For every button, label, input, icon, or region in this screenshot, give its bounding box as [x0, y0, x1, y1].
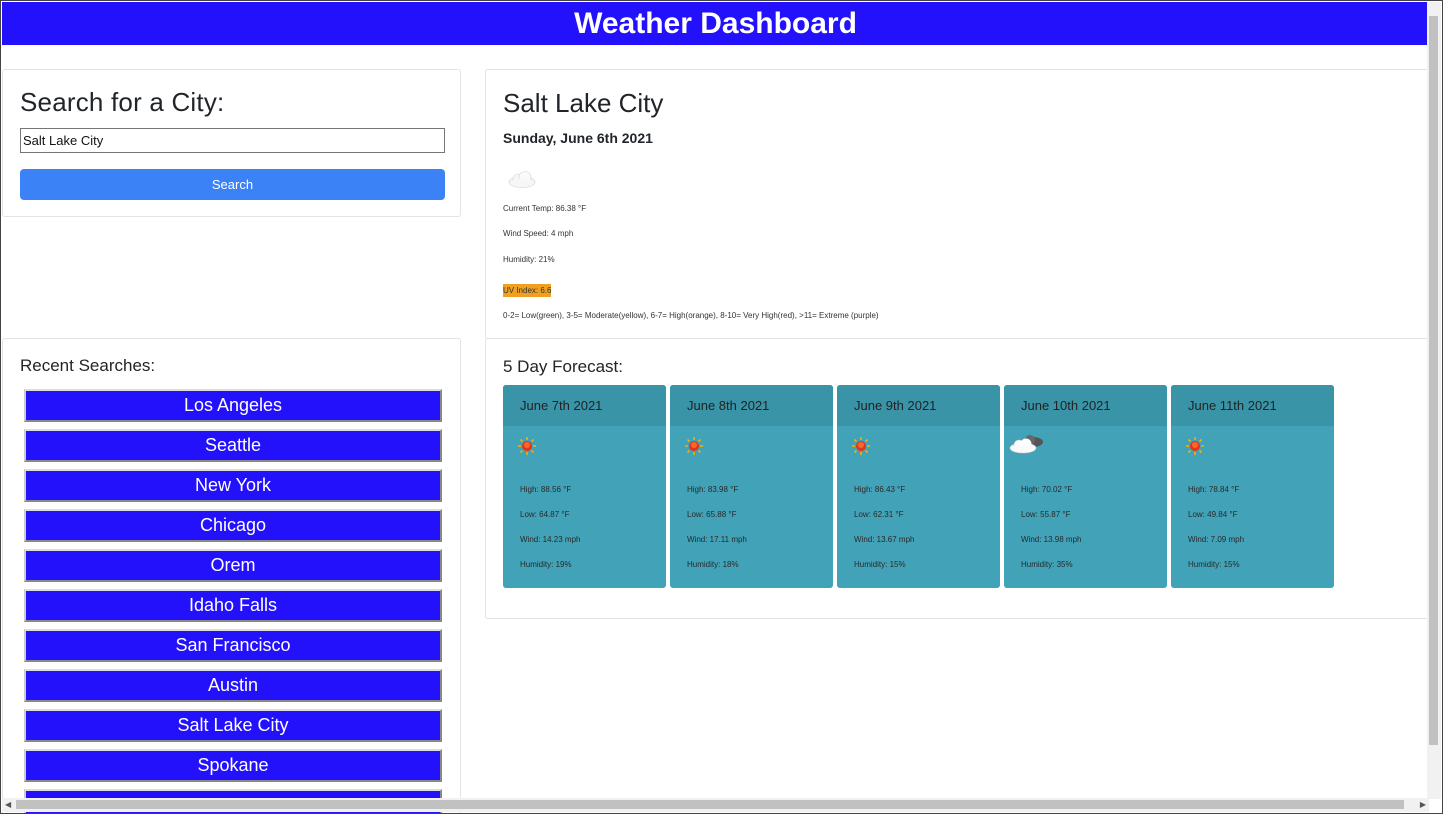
vertical-scrollbar[interactable] [1427, 2, 1441, 799]
forecast-date: June 8th 2021 [670, 385, 833, 426]
forecast-high: High: 70.02 °F [1021, 485, 1073, 494]
current-wind: Wind Speed: 4 mph [503, 229, 574, 238]
recent-search-button[interactable]: Chicago [24, 509, 442, 542]
search-button[interactable]: Search [20, 169, 445, 200]
recent-search-button[interactable]: San Francisco [24, 629, 442, 662]
partly-cloudy-icon [1009, 435, 1043, 454]
recent-search-button[interactable]: New York [24, 469, 442, 502]
forecast-wind: Wind: 13.67 mph [854, 535, 915, 544]
current-weather-panel: Salt Lake City Sunday, June 6th 2021 Cur… [485, 69, 1429, 339]
cloud-icon [508, 171, 536, 188]
recent-search-button[interactable]: Austin [24, 669, 442, 702]
forecast-day-card: June 10th 2021 High: 70.02 °F Low: 55.87… [1004, 385, 1167, 588]
forecast-title: 5 Day Forecast: [503, 357, 623, 376]
forecast-wind: Wind: 14.23 mph [520, 535, 581, 544]
horizontal-scroll-thumb[interactable] [16, 800, 1404, 809]
forecast-high: High: 88.56 °F [520, 485, 572, 494]
horizontal-scrollbar[interactable]: ◀ ▶ [2, 798, 1429, 812]
forecast-high: High: 86.43 °F [854, 485, 906, 494]
current-city-name: Salt Lake City [503, 88, 664, 118]
forecast-humidity: Humidity: 15% [854, 560, 906, 569]
forecast-day-card: June 9th 2021 High: 86.43 °F Low: 62.31 … [837, 385, 1000, 588]
forecast-low: Low: 55.87 °F [1021, 510, 1071, 519]
recent-searches-list: Los Angeles Seattle New York Chicago Ore… [24, 389, 442, 813]
recent-searches-heading: Recent Searches: [20, 356, 156, 375]
recent-search-button[interactable]: Seattle [24, 429, 442, 462]
sun-icon [852, 437, 870, 455]
forecast-date: June 7th 2021 [503, 385, 666, 426]
forecast-low: Low: 64.87 °F [520, 510, 570, 519]
page-title: Weather Dashboard [574, 7, 857, 40]
forecast-date: June 10th 2021 [1004, 385, 1167, 426]
recent-search-button[interactable]: Salt Lake City [24, 709, 442, 742]
recent-search-button[interactable]: Idaho Falls [24, 589, 442, 622]
forecast-day-card: June 11th 2021 High: 78.84 °F Low: 49.84… [1171, 385, 1334, 588]
city-search-input[interactable] [20, 128, 445, 153]
recent-searches-panel: Recent Searches: Los Angeles Seattle New… [2, 338, 461, 813]
forecast-high: High: 83.98 °F [687, 485, 739, 494]
forecast-humidity: Humidity: 35% [1021, 560, 1073, 569]
forecast-low: Low: 49.84 °F [1188, 510, 1238, 519]
forecast-low: Low: 65.88 °F [687, 510, 737, 519]
forecast-wind: Wind: 17.11 mph [687, 535, 747, 544]
sun-icon [685, 437, 703, 455]
sun-icon [1186, 437, 1204, 455]
page-header: Weather Dashboard [2, 2, 1429, 45]
forecast-wind: Wind: 7.09 mph [1188, 535, 1245, 544]
search-panel: Search for a City: Search [2, 69, 461, 217]
uv-index-badge: UV Index: 6.6 [503, 284, 552, 297]
current-date: Sunday, June 6th 2021 [503, 130, 653, 146]
recent-search-button[interactable]: Orem [24, 549, 442, 582]
forecast-wind: Wind: 13.98 mph [1021, 535, 1082, 544]
browser-viewport: Weather Dashboard Search for a City: Sea… [0, 0, 1443, 814]
recent-search-button[interactable]: Spokane [24, 749, 442, 782]
forecast-date: June 9th 2021 [837, 385, 1000, 426]
forecast-humidity: Humidity: 15% [1188, 560, 1240, 569]
current-humidity: Humidity: 21% [503, 255, 555, 264]
forecast-panel: 5 Day Forecast: June 7th 2021 High: 88.5… [485, 338, 1429, 619]
current-temp: Current Temp: 86.38 °F [503, 204, 587, 213]
vertical-scroll-thumb[interactable] [1429, 16, 1438, 745]
forecast-day-card: June 7th 2021 High: 88.56 °F Low: 64.87 … [503, 385, 666, 588]
forecast-high: High: 78.84 °F [1188, 485, 1240, 494]
forecast-low: Low: 62.31 °F [854, 510, 904, 519]
forecast-day-card: June 8th 2021 High: 83.98 °F Low: 65.88 … [670, 385, 833, 588]
scroll-left-arrow-icon[interactable]: ◀ [5, 798, 11, 812]
forecast-date: June 11th 2021 [1171, 385, 1334, 426]
scroll-right-arrow-icon[interactable]: ▶ [1420, 798, 1426, 812]
recent-search-button[interactable]: Los Angeles [24, 389, 442, 422]
uv-legend: 0-2= Low(green), 3-5= Moderate(yellow), … [503, 311, 879, 320]
forecast-humidity: Humidity: 19% [520, 560, 572, 569]
forecast-humidity: Humidity: 18% [687, 560, 739, 569]
sun-icon [518, 437, 536, 455]
search-heading: Search for a City: [20, 87, 225, 117]
